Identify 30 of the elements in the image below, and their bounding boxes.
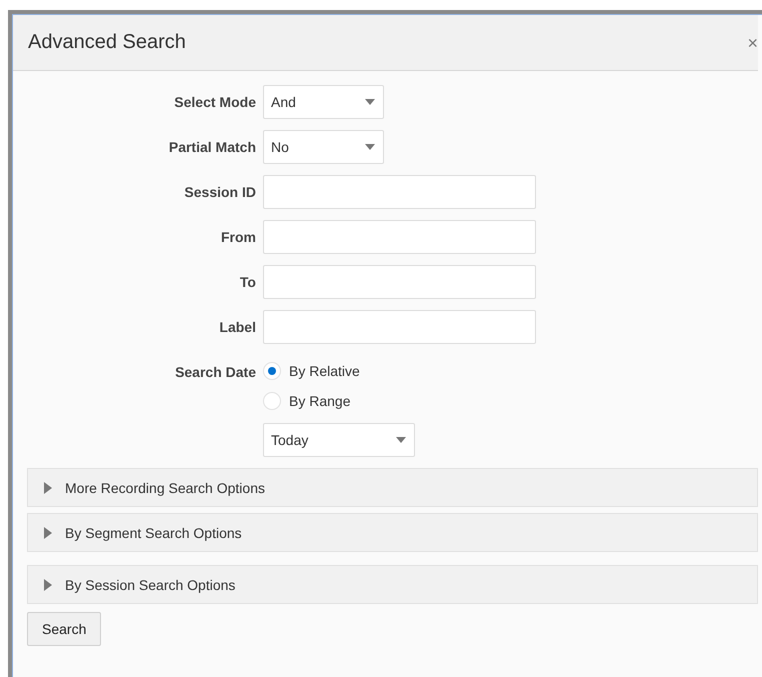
caret-icon bbox=[365, 99, 375, 105]
field-label: Search Date bbox=[174, 363, 256, 382]
radio-label[interactable]: By Range bbox=[289, 392, 350, 408]
input-field[interactable] bbox=[263, 220, 536, 254]
dropdown[interactable]: Today bbox=[263, 423, 415, 457]
input-field[interactable] bbox=[263, 175, 536, 209]
caret-icon bbox=[44, 578, 52, 590]
close-icon[interactable]: × bbox=[747, 34, 758, 52]
field-label: Session ID bbox=[183, 183, 256, 202]
field-label: Select Mode bbox=[173, 93, 256, 112]
collapsible-section[interactable]: By Segment Search Options bbox=[27, 513, 758, 552]
caret-icon bbox=[44, 526, 52, 538]
caret-icon bbox=[44, 482, 52, 494]
field-label: From bbox=[220, 228, 256, 247]
field-label: Label bbox=[218, 318, 256, 337]
dialog-title: Advanced Search bbox=[28, 31, 186, 54]
radio-button[interactable] bbox=[263, 392, 281, 410]
radio-label[interactable]: By Relative bbox=[289, 362, 360, 378]
collapsible-section[interactable]: By Session Search Options bbox=[27, 565, 758, 604]
dropdown[interactable]: And bbox=[263, 85, 384, 119]
collapsible-section[interactable]: More Recording Search Options bbox=[27, 468, 758, 507]
input-field[interactable] bbox=[263, 265, 536, 299]
input-field[interactable] bbox=[263, 310, 536, 344]
field-label: To bbox=[238, 273, 256, 292]
field-label: Partial Match bbox=[168, 138, 256, 157]
dropdown[interactable]: No bbox=[263, 130, 384, 164]
caret-icon bbox=[396, 437, 406, 443]
search-button[interactable]: Search bbox=[27, 612, 102, 646]
caret-icon bbox=[365, 144, 375, 150]
radio-button[interactable] bbox=[263, 362, 281, 380]
